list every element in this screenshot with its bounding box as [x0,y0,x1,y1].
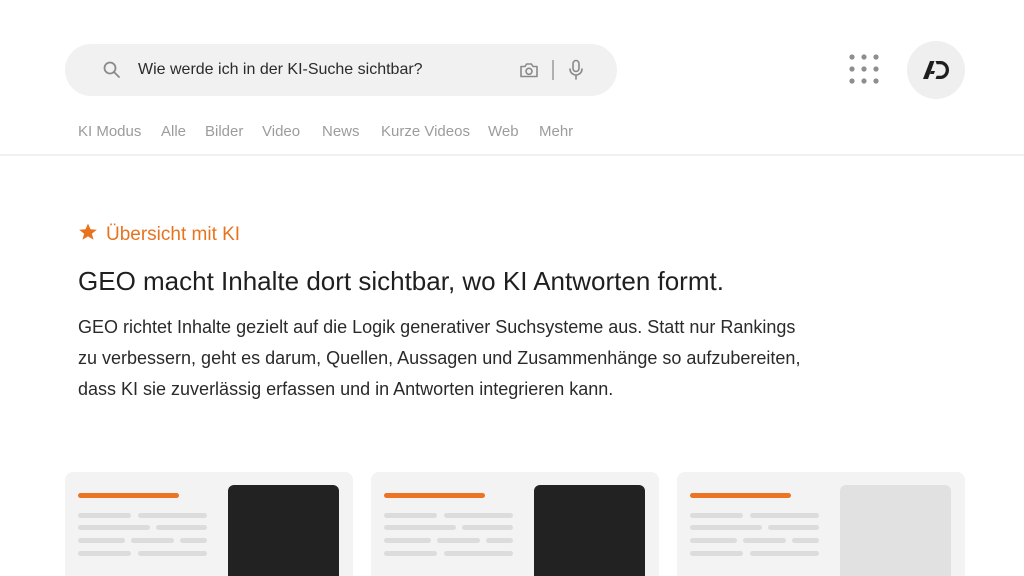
card-text-line [690,538,737,543]
card-text-line [690,513,743,518]
tab-mehr[interactable]: Mehr [539,122,573,142]
card-text-line [78,513,131,518]
result-card[interactable] [371,472,659,576]
card-text-line [156,525,207,530]
paragraph-line: GEO richtet Inhalte gezielt auf die Logi… [78,317,796,337]
card-text-line [138,551,207,556]
card-text-line [792,538,819,543]
result-card[interactable] [677,472,965,576]
card-thumbnail [228,485,339,576]
card-text-line [768,525,819,530]
tab-alle[interactable]: Alle [161,122,186,142]
avatar[interactable] [907,41,965,99]
card-text-line [180,538,207,543]
ai-overview-label: Übersicht mit KI [78,222,240,248]
apps-grid-icon[interactable] [847,52,881,86]
card-text-line [384,513,437,518]
card-text-line [131,538,174,543]
mic-icon[interactable] [566,58,586,82]
card-title-bar [384,493,485,498]
search-divider [552,60,554,80]
star-icon [79,223,97,240]
overview-paragraph: GEO richtet Inhalte gezielt auf die Logi… [78,312,938,405]
card-text-line [444,551,513,556]
ad-logo-icon [923,61,949,79]
tab-kurze-videos[interactable]: Kurze Videos [381,122,470,142]
result-card[interactable] [65,472,353,576]
camera-icon[interactable] [518,59,540,81]
card-text-line [78,538,125,543]
card-text-line [78,551,131,556]
ai-overview-label-text: Übersicht mit KI [106,224,241,245]
paragraph-line: dass KI sie zuverlässig erfassen und in … [78,379,614,399]
tab-video[interactable]: Video [262,122,300,142]
tab-web[interactable]: Web [488,122,519,142]
tab-news[interactable]: News [322,122,360,142]
card-text-line [462,525,513,530]
overview-headline: GEO macht Inhalte dort sichtbar, wo KI A… [78,266,724,296]
card-text-line [384,551,437,556]
card-text-line [750,513,819,518]
card-text-line [486,538,513,543]
paragraph-line: zu verbessern, geht es darum, Quellen, A… [78,348,801,368]
search-input[interactable]: Wie werde ich in der KI-Suche sichtbar? [138,58,423,82]
card-text-line [690,525,762,530]
card-text-line [384,525,456,530]
card-thumbnail [840,485,951,576]
card-text-line [444,513,513,518]
search-tabs: KI Modus Alle Bilder Video News Kurze Vi… [0,122,1024,144]
search-icon[interactable] [101,59,123,81]
card-text-line [750,551,819,556]
card-text-line [743,538,786,543]
card-text-line [690,551,743,556]
tab-bilder[interactable]: Bilder [205,122,243,142]
card-text-line [437,538,480,543]
card-text-line [138,513,207,518]
card-thumbnail [534,485,645,576]
card-title-bar [690,493,791,498]
card-title-bar [78,493,179,498]
tab-ki-modus[interactable]: KI Modus [78,122,141,142]
card-text-line [78,525,150,530]
card-text-line [384,538,431,543]
header-divider [0,154,1024,156]
